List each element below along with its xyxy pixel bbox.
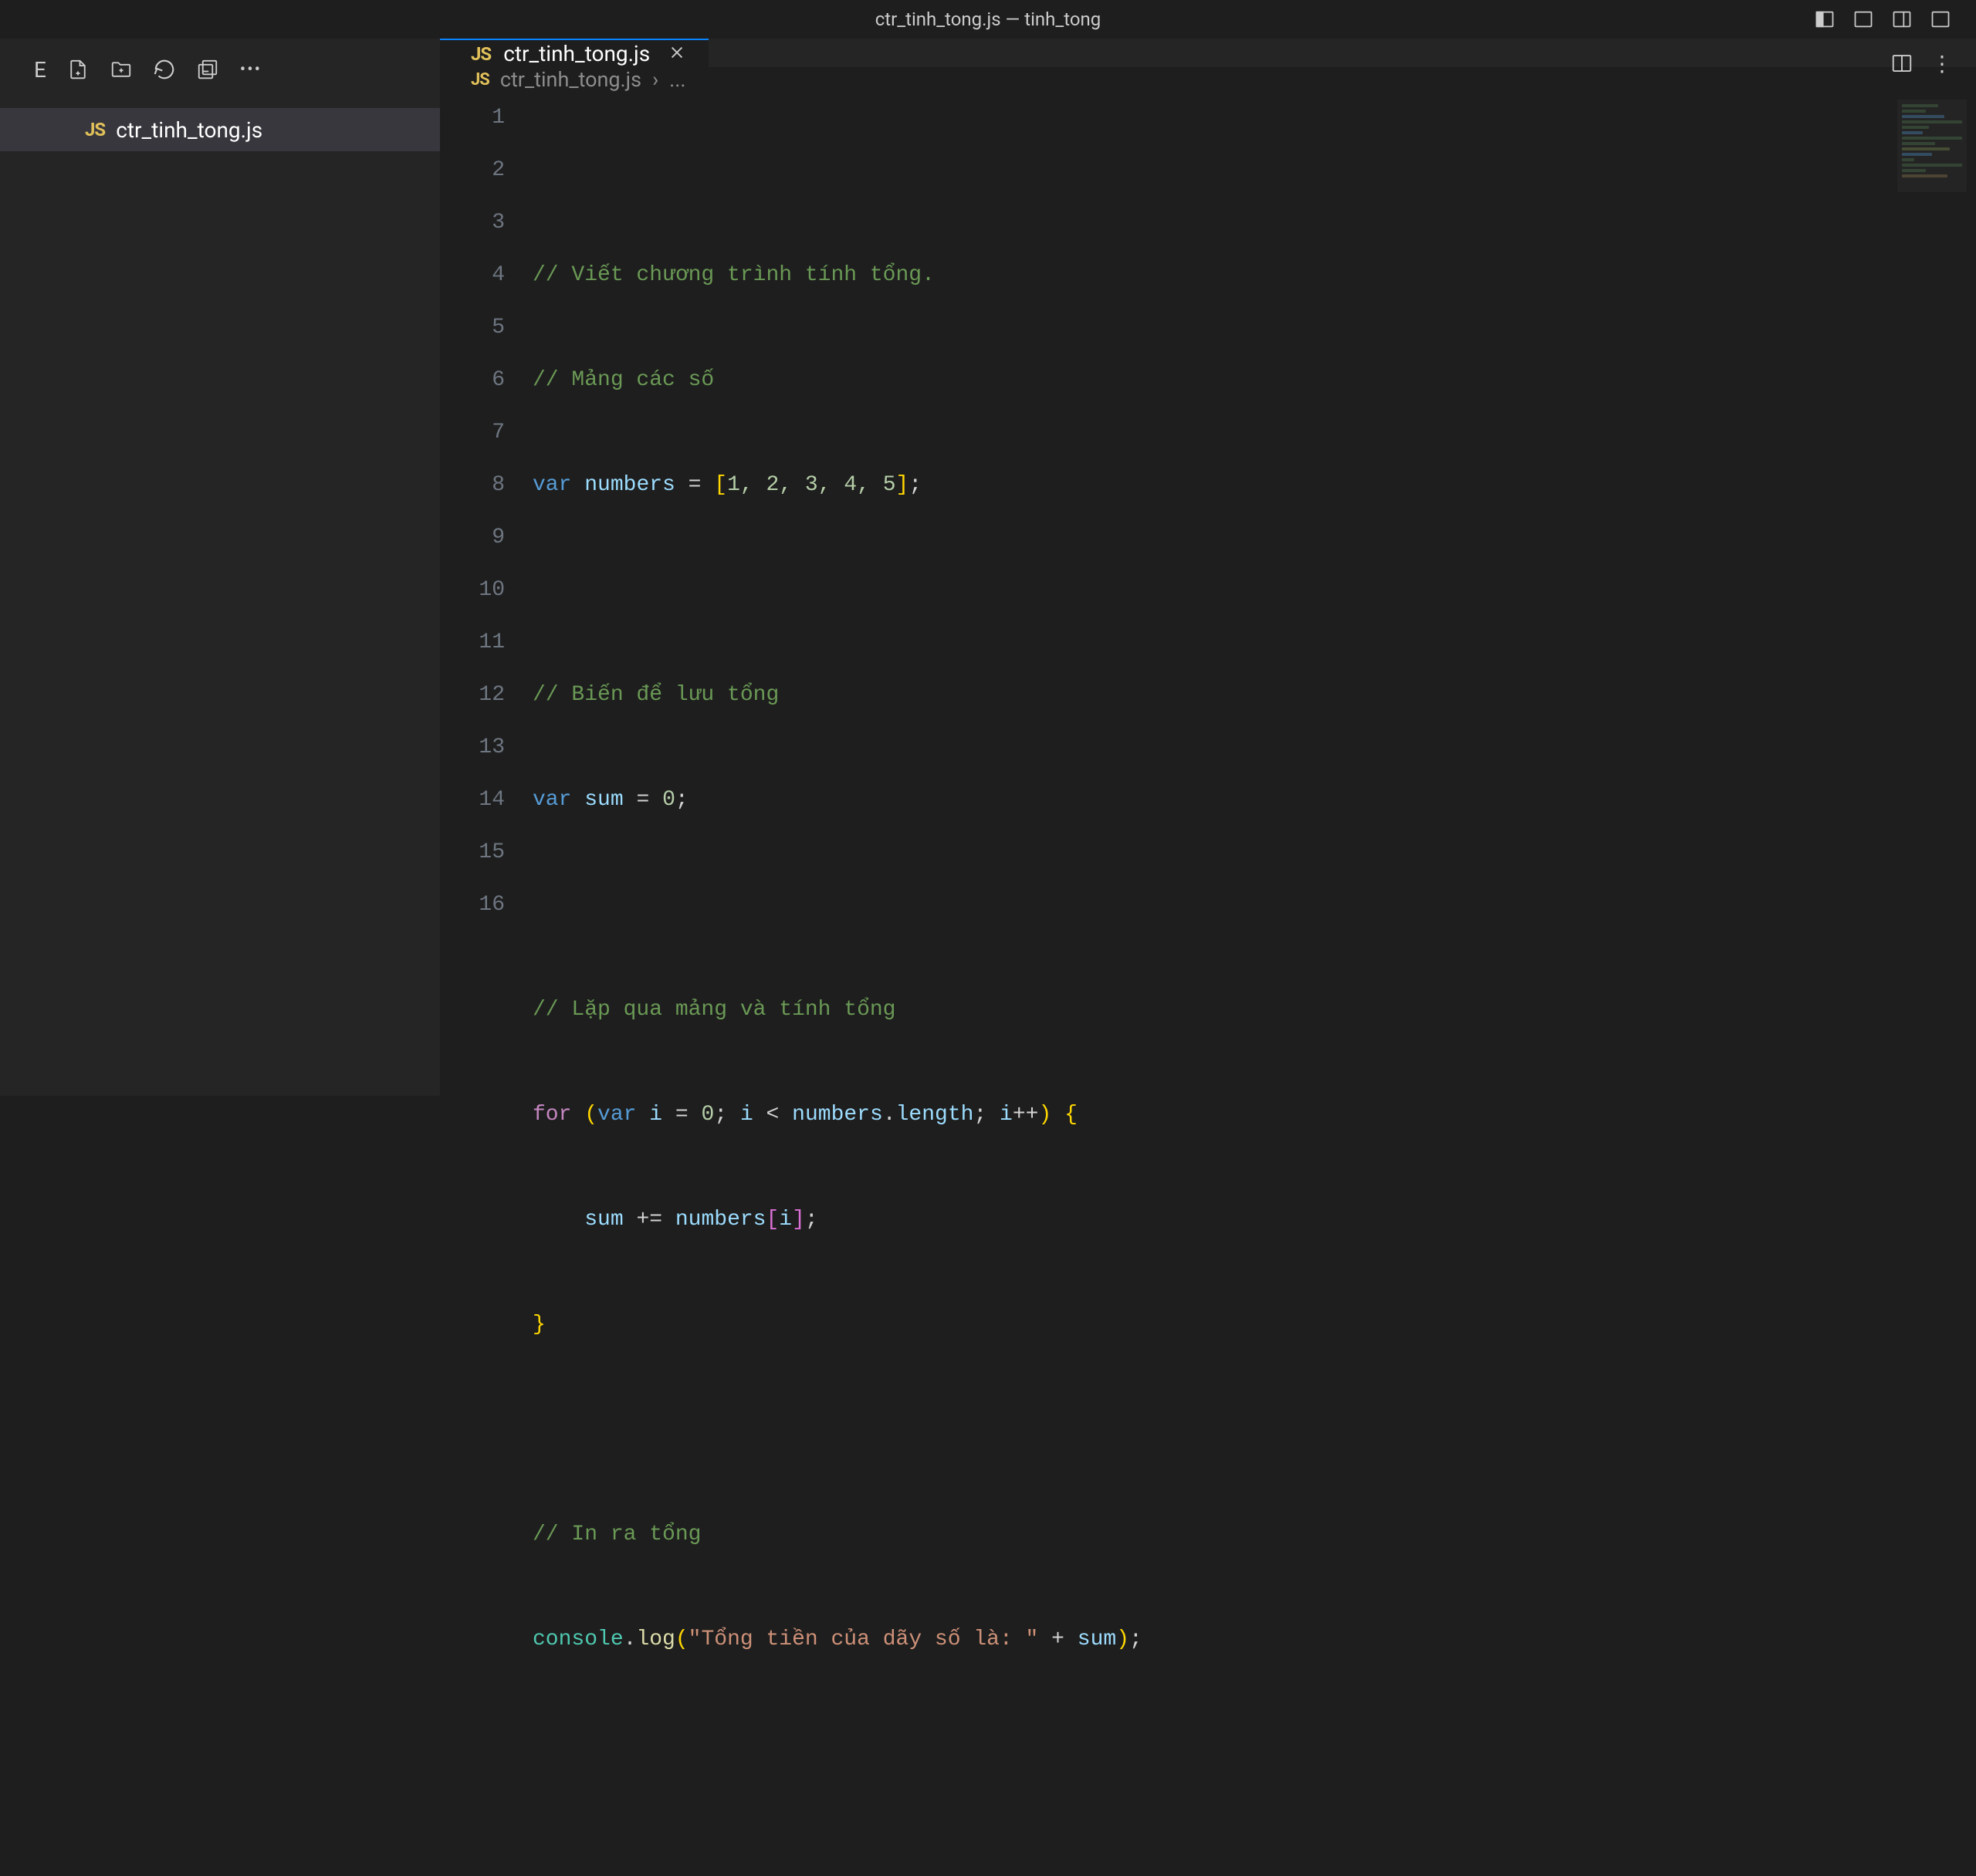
breadcrumb-tail: ... xyxy=(669,67,685,92)
split-editor-icon[interactable] xyxy=(1890,51,1914,76)
explorer-file-item[interactable]: JS ctr_tinh_tong.js xyxy=(0,108,440,151)
line-number: 5 xyxy=(440,302,505,354)
collapse-all-icon[interactable] xyxy=(195,57,220,82)
line-number: 16 xyxy=(440,879,505,931)
layout-customize-icon[interactable] xyxy=(1928,7,1953,32)
explorer-file-name: ctr_tinh_tong.js xyxy=(116,117,262,143)
more-actions-icon[interactable]: ••• xyxy=(239,57,263,82)
editor-tabs: JS ctr_tinh_tong.js xyxy=(440,39,1976,67)
explorer-sidebar: E ••• JS ctr_tinh_tong.js xyxy=(0,39,440,1096)
minimap[interactable] xyxy=(1897,100,1967,192)
editor-panel: JS ctr_tinh_tong.js ⋮ JS ctr_tinh_tong.j… xyxy=(440,39,1976,1096)
refresh-icon[interactable] xyxy=(152,57,177,82)
line-number: 6 xyxy=(440,354,505,407)
titlebar: ctr_tinh_tong.js — tinh_tong xyxy=(0,0,1976,39)
tab-label: ctr_tinh_tong.js xyxy=(503,41,650,66)
line-number: 2 xyxy=(440,144,505,197)
new-file-icon[interactable] xyxy=(66,57,90,82)
layout-panel-left-icon[interactable] xyxy=(1812,7,1837,32)
layout-panel-right-icon[interactable] xyxy=(1890,7,1914,32)
line-number: 3 xyxy=(440,197,505,249)
line-number: 8 xyxy=(440,459,505,512)
layout-panel-bottom-icon[interactable] xyxy=(1851,7,1876,32)
breadcrumb[interactable]: JS ctr_tinh_tong.js › ... xyxy=(440,67,1976,92)
line-number: 15 xyxy=(440,826,505,879)
js-file-icon: JS xyxy=(85,119,105,140)
code-editor[interactable]: 12345678910111213141516 // Viết chương t… xyxy=(440,92,1976,1876)
line-number: 14 xyxy=(440,774,505,826)
new-folder-icon[interactable] xyxy=(109,57,134,82)
tab-active[interactable]: JS ctr_tinh_tong.js xyxy=(440,39,709,67)
editor-actions: ⋮ xyxy=(1890,51,1954,76)
more-editor-actions-icon[interactable]: ⋮ xyxy=(1930,51,1954,76)
line-number: 13 xyxy=(440,722,505,774)
explorer-file-list: JS ctr_tinh_tong.js xyxy=(0,100,440,151)
line-number: 9 xyxy=(440,512,505,564)
js-file-icon: JS xyxy=(471,43,491,65)
line-number: 1 xyxy=(440,92,505,144)
window-title: ctr_tinh_tong.js — tinh_tong xyxy=(875,8,1101,30)
code-content[interactable]: // Viết chương trình tính tổng. // Mảng … xyxy=(533,92,1976,1876)
line-number: 7 xyxy=(440,407,505,459)
explorer-header: E ••• xyxy=(0,39,440,100)
line-number: 11 xyxy=(440,617,505,669)
js-file-icon: JS xyxy=(471,70,489,90)
breadcrumb-separator: › xyxy=(652,67,658,92)
breadcrumb-file: ctr_tinh_tong.js xyxy=(500,67,641,92)
line-number-gutter: 12345678910111213141516 xyxy=(440,92,533,1876)
explorer-label: E xyxy=(34,57,47,83)
line-number: 12 xyxy=(440,669,505,722)
titlebar-layout-controls xyxy=(1812,7,1953,32)
line-number: 4 xyxy=(440,249,505,302)
line-number: 10 xyxy=(440,564,505,617)
close-icon[interactable] xyxy=(668,40,685,67)
